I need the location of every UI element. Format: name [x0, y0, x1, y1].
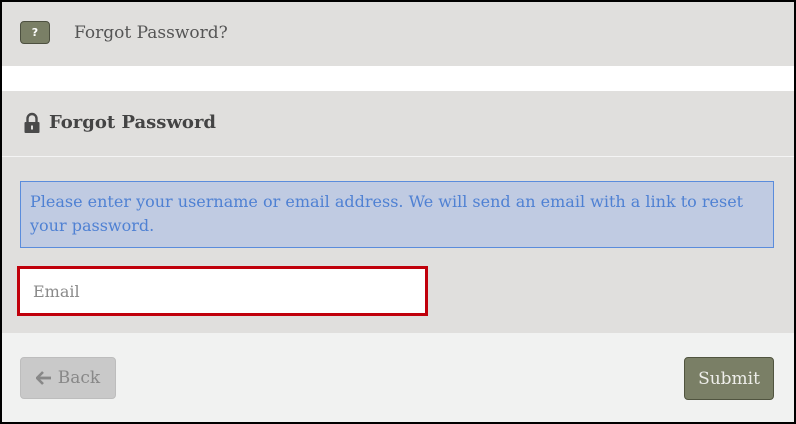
arrow-left-icon [35, 371, 51, 385]
back-button[interactable]: Back [20, 357, 116, 399]
forgot-password-panel: Forgot Password Please enter your userna… [2, 91, 794, 333]
forgot-password-window: ? Forgot Password? Forgot Password Pleas… [0, 0, 796, 424]
panel-title: Forgot Password [49, 112, 217, 133]
help-link[interactable]: Forgot Password? [74, 21, 228, 45]
info-message: Please enter your username or email addr… [20, 181, 774, 248]
help-bar: ? Forgot Password? [2, 2, 794, 66]
lock-icon [24, 112, 40, 133]
form-footer: Back Submit [2, 333, 794, 422]
submit-button[interactable]: Submit [684, 357, 774, 400]
back-button-label: Back [57, 368, 101, 388]
email-field[interactable] [17, 266, 428, 316]
help-button[interactable]: ? [20, 21, 50, 44]
panel-header: Forgot Password [2, 91, 794, 157]
